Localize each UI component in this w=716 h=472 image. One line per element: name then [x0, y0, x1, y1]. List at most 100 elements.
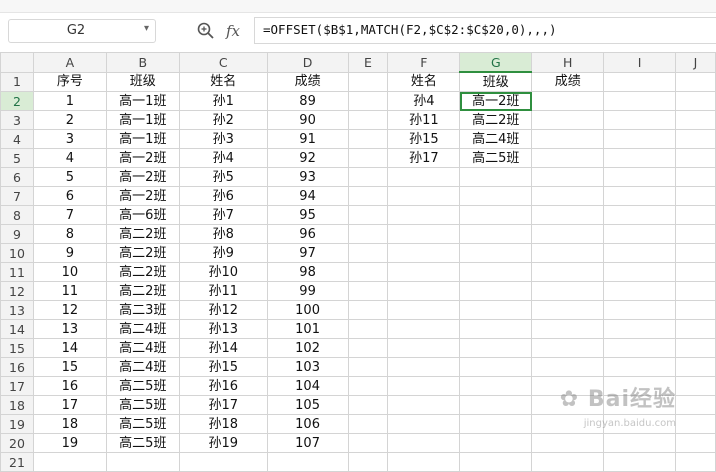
cell-e15[interactable] — [347, 338, 389, 358]
cell-f18[interactable] — [387, 395, 461, 415]
cell-h12[interactable] — [531, 281, 605, 301]
cell-f21[interactable] — [387, 452, 461, 472]
cell-h3[interactable] — [531, 110, 605, 130]
cell-d12[interactable]: 99 — [266, 281, 349, 301]
cell-f12[interactable] — [387, 281, 461, 301]
cell-i12[interactable] — [603, 281, 676, 301]
cell-g18[interactable] — [459, 395, 533, 415]
row-header[interactable]: 20 — [0, 433, 34, 453]
cell-g10[interactable] — [459, 243, 533, 263]
cell-d13[interactable]: 100 — [266, 300, 349, 320]
cell-d6[interactable]: 93 — [266, 167, 349, 187]
cell-a10[interactable]: 9 — [32, 243, 107, 263]
cell-d3[interactable]: 90 — [266, 110, 349, 130]
cell-j2[interactable] — [675, 91, 716, 111]
cell-d11[interactable]: 98 — [266, 262, 349, 282]
cell-b9[interactable]: 高二2班 — [105, 224, 180, 244]
cell-j19[interactable] — [675, 414, 716, 434]
column-header-a[interactable]: A — [32, 52, 107, 73]
cell-g1[interactable]: 班级 — [459, 71, 533, 92]
cell-d17[interactable]: 104 — [266, 376, 349, 396]
cell-f3[interactable]: 孙11 — [387, 110, 461, 130]
cell-h14[interactable] — [531, 319, 605, 339]
cell-h2[interactable] — [531, 91, 605, 111]
cell-d5[interactable]: 92 — [266, 148, 349, 168]
row-header[interactable]: 12 — [0, 281, 34, 301]
row-header[interactable]: 9 — [0, 224, 34, 244]
column-header-i[interactable]: I — [603, 52, 676, 73]
cell-d16[interactable]: 103 — [266, 357, 349, 377]
column-header-d[interactable]: D — [266, 52, 349, 73]
cell-e18[interactable] — [347, 395, 389, 415]
column-header-g[interactable]: G — [459, 52, 533, 73]
cell-c13[interactable]: 孙12 — [178, 300, 268, 320]
cell-d8[interactable]: 95 — [266, 205, 349, 225]
cell-a21[interactable] — [32, 452, 107, 472]
cell-f9[interactable] — [387, 224, 461, 244]
cell-i2[interactable] — [603, 91, 676, 111]
cell-a13[interactable]: 12 — [32, 300, 107, 320]
cell-c11[interactable]: 孙10 — [178, 262, 268, 282]
row-header[interactable]: 10 — [0, 243, 34, 263]
cell-g8[interactable] — [459, 205, 533, 225]
cell-a14[interactable]: 13 — [32, 319, 107, 339]
row-header[interactable]: 3 — [0, 110, 34, 130]
cell-d2[interactable]: 89 — [266, 91, 349, 111]
cell-c4[interactable]: 孙3 — [178, 129, 268, 149]
cell-e4[interactable] — [347, 129, 389, 149]
cell-c12[interactable]: 孙11 — [178, 281, 268, 301]
cell-g13[interactable] — [459, 300, 533, 320]
cell-e5[interactable] — [347, 148, 389, 168]
row-header[interactable]: 15 — [0, 338, 34, 358]
cell-d20[interactable]: 107 — [266, 433, 349, 453]
chevron-down-icon[interactable]: ▾ — [144, 23, 149, 34]
cell-h15[interactable] — [531, 338, 605, 358]
cell-a15[interactable]: 14 — [32, 338, 107, 358]
cell-i11[interactable] — [603, 262, 676, 282]
cell-f1[interactable]: 姓名 — [387, 71, 461, 92]
cell-g3[interactable]: 高二2班 — [459, 110, 533, 130]
row-header[interactable]: 13 — [0, 300, 34, 320]
cell-h4[interactable] — [531, 129, 605, 149]
name-box[interactable]: G2 ▾ — [8, 19, 156, 43]
cell-f20[interactable] — [387, 433, 461, 453]
cell-g2[interactable]: 高一2班 — [459, 91, 533, 111]
cell-c14[interactable]: 孙13 — [178, 319, 268, 339]
cell-e8[interactable] — [347, 205, 389, 225]
cell-h1[interactable]: 成绩 — [531, 71, 605, 92]
cell-a19[interactable]: 18 — [32, 414, 107, 434]
cell-b3[interactable]: 高一1班 — [105, 110, 180, 130]
cell-d21[interactable] — [266, 452, 349, 472]
cell-h6[interactable] — [531, 167, 605, 187]
cell-f4[interactable]: 孙15 — [387, 129, 461, 149]
cell-h11[interactable] — [531, 262, 605, 282]
column-header-c[interactable]: C — [178, 52, 268, 73]
cell-a4[interactable]: 3 — [32, 129, 107, 149]
cell-f5[interactable]: 孙17 — [387, 148, 461, 168]
column-header-f[interactable]: F — [387, 52, 461, 73]
cell-c3[interactable]: 孙2 — [178, 110, 268, 130]
column-header-e[interactable]: E — [347, 52, 389, 73]
cell-c2[interactable]: 孙1 — [178, 91, 268, 111]
cell-g12[interactable] — [459, 281, 533, 301]
cell-a16[interactable]: 15 — [32, 357, 107, 377]
cell-e13[interactable] — [347, 300, 389, 320]
row-header[interactable]: 19 — [0, 414, 34, 434]
cell-e3[interactable] — [347, 110, 389, 130]
cell-i21[interactable] — [603, 452, 676, 472]
cell-c21[interactable] — [178, 452, 268, 472]
cell-g9[interactable] — [459, 224, 533, 244]
cell-b18[interactable]: 高二5班 — [105, 395, 180, 415]
cell-a18[interactable]: 17 — [32, 395, 107, 415]
cell-b16[interactable]: 高二4班 — [105, 357, 180, 377]
cell-c7[interactable]: 孙6 — [178, 186, 268, 206]
cell-h20[interactable] — [531, 433, 605, 453]
row-header[interactable]: 2 — [0, 91, 34, 111]
cell-i7[interactable] — [603, 186, 676, 206]
row-header[interactable]: 21 — [0, 452, 34, 472]
cell-h9[interactable] — [531, 224, 605, 244]
cell-a7[interactable]: 6 — [32, 186, 107, 206]
row-header[interactable]: 11 — [0, 262, 34, 282]
cell-e20[interactable] — [347, 433, 389, 453]
cell-h16[interactable] — [531, 357, 605, 377]
